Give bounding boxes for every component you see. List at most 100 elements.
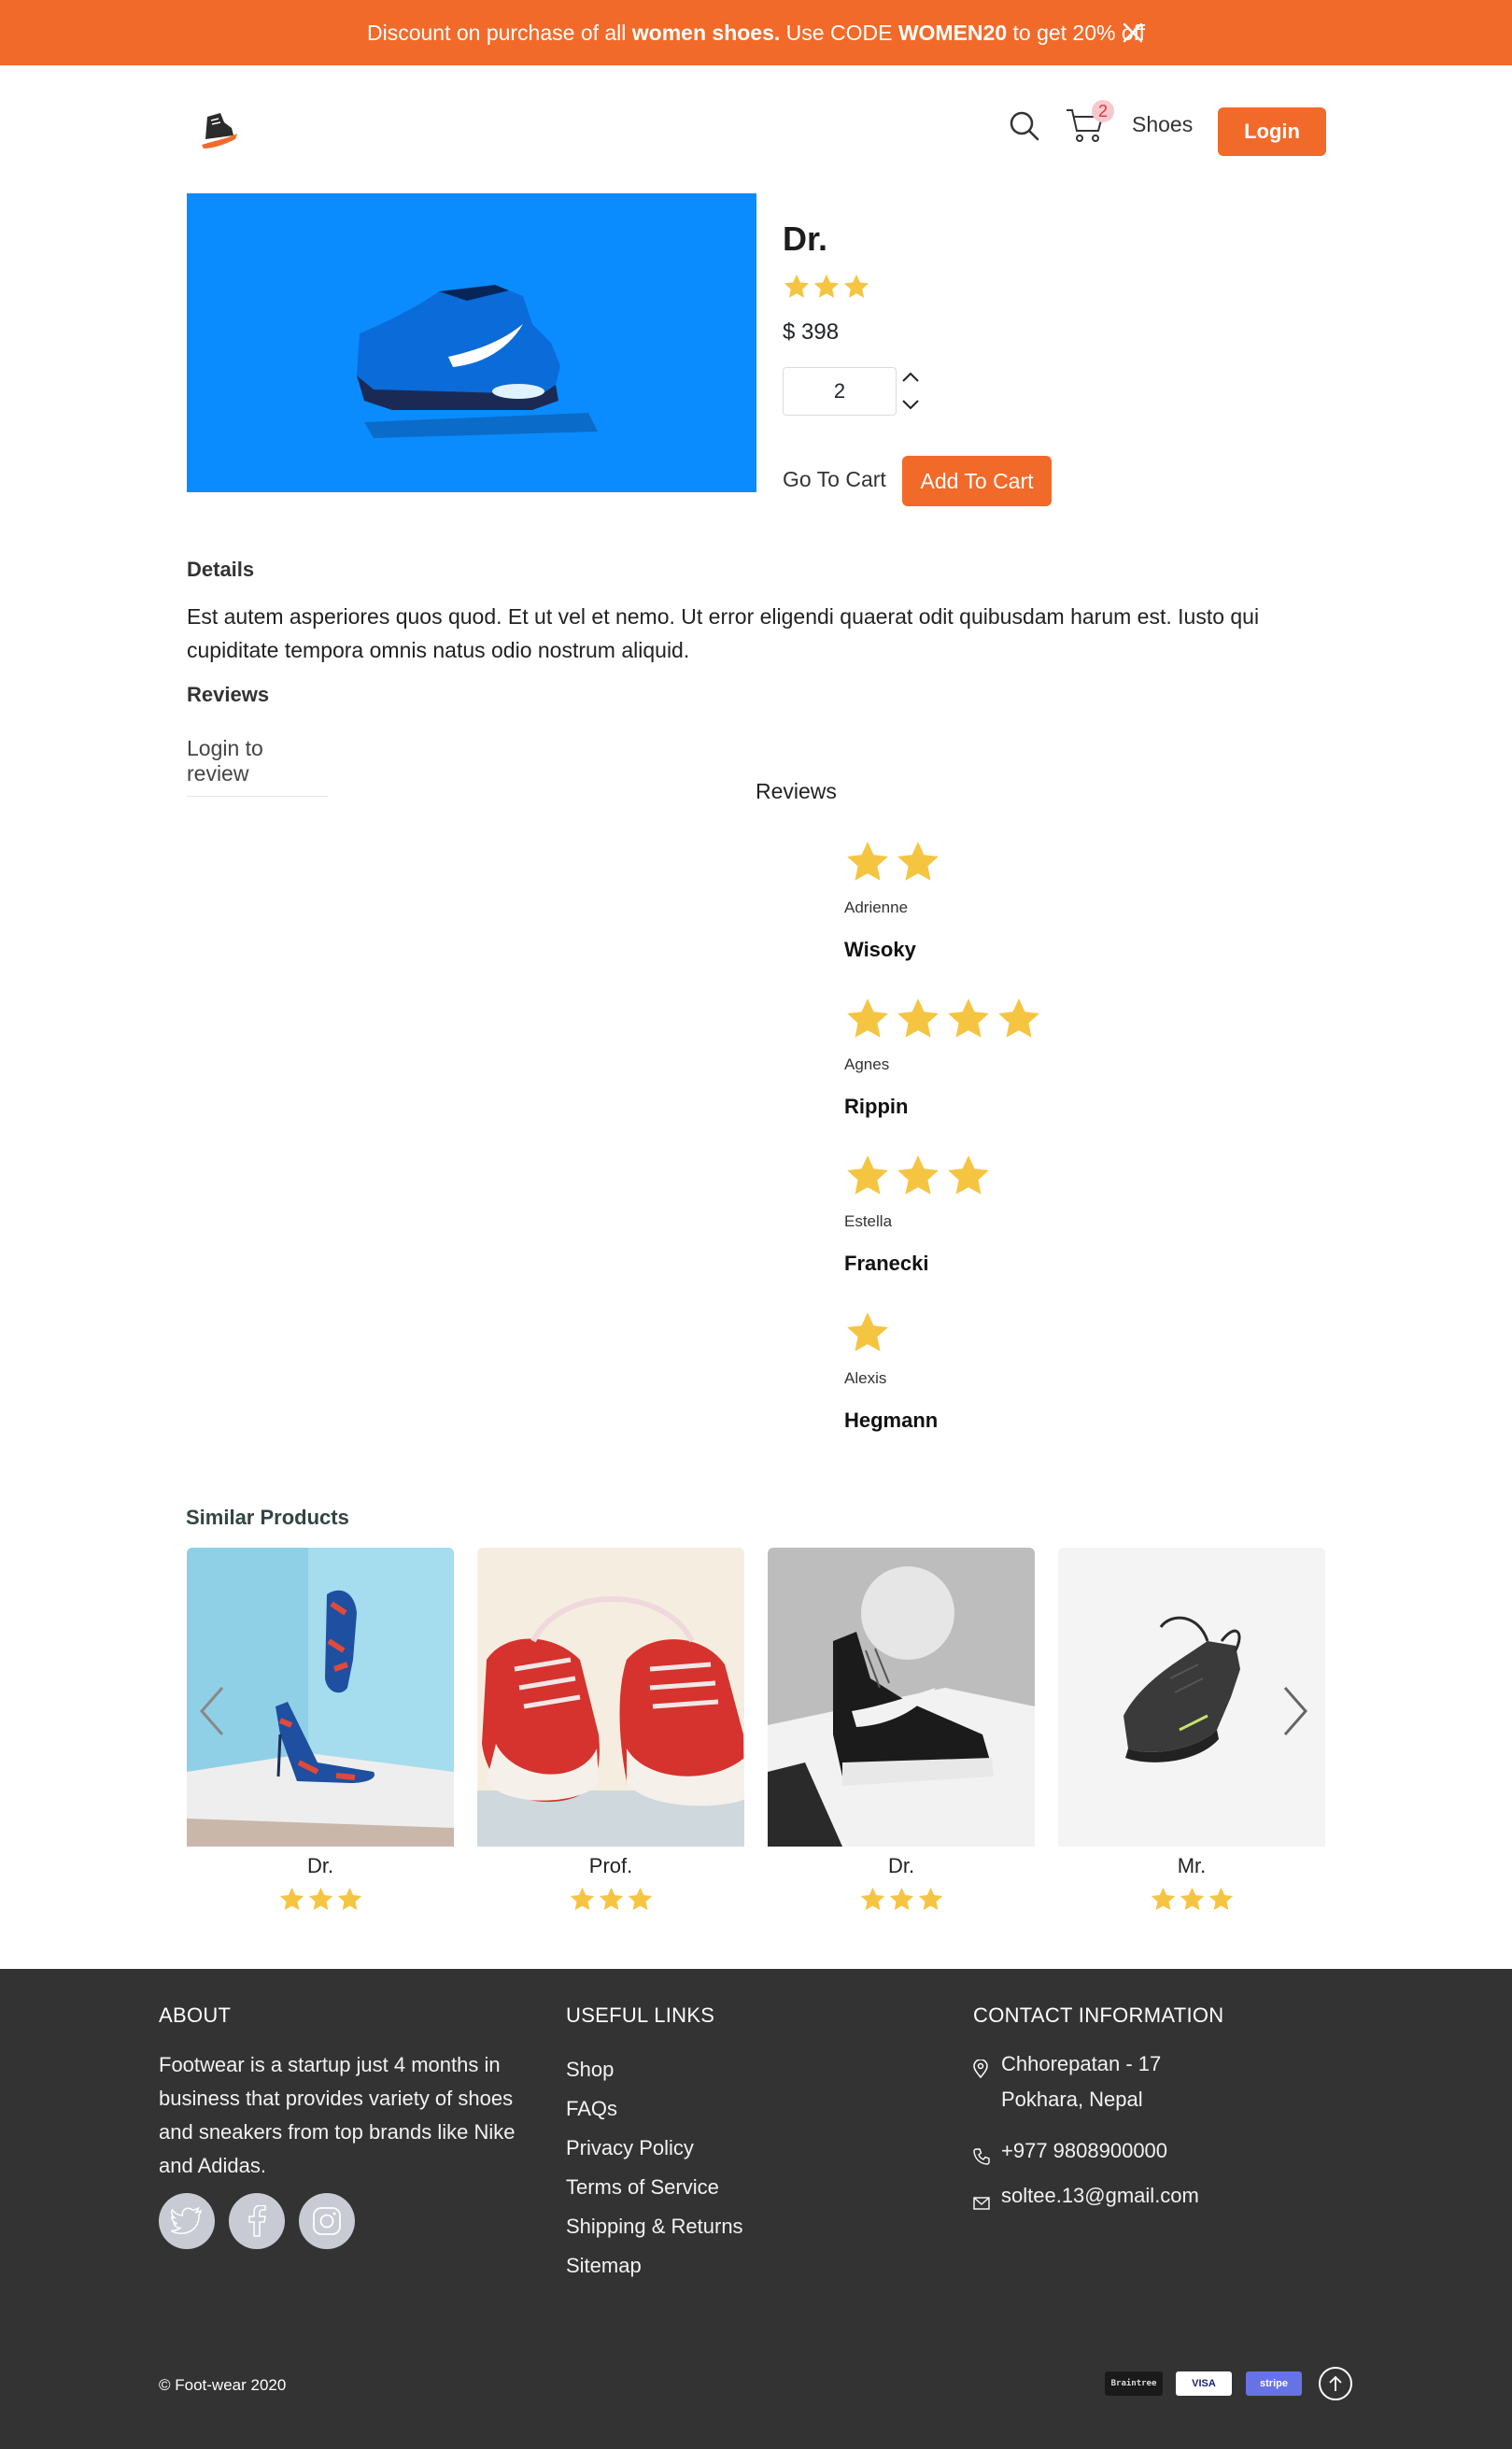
- reviewer-last-name: Rippin: [844, 1095, 909, 1118]
- quantity-input[interactable]: 2: [783, 367, 897, 416]
- star-icon: [1151, 1887, 1175, 1910]
- instagram-icon[interactable]: [299, 2193, 355, 2249]
- product-card-rating: [187, 1886, 454, 1913]
- star-icon: [948, 1155, 989, 1195]
- footer-link-shipping[interactable]: Shipping & Returns: [566, 2215, 743, 2254]
- announcement-bar: Discount on purchase of all women shoes.…: [0, 0, 1512, 65]
- facebook-icon[interactable]: [229, 2193, 285, 2249]
- product-card-rating: [1058, 1886, 1325, 1913]
- useful-links-heading: USEFUL LINKS: [566, 2003, 715, 2027]
- star-icon: [813, 274, 840, 298]
- footer: ABOUT Footwear is a startup just 4 month…: [0, 1969, 1512, 2449]
- similar-products-heading: Similar Products: [186, 1506, 349, 1529]
- reviewer-last-name: Franecki: [844, 1252, 929, 1275]
- add-to-cart-button[interactable]: Add To Cart: [902, 456, 1052, 506]
- product-card-image[interactable]: [187, 1548, 454, 1847]
- details-text: Est autem asperiores quos quod. Et ut ve…: [187, 604, 1260, 662]
- product-card-rating: [768, 1886, 1035, 1913]
- footer-link-terms[interactable]: Terms of Service: [566, 2175, 743, 2215]
- address-line-1: Chhorepatan - 17: [1001, 2052, 1162, 2075]
- visa-badge: VISA: [1176, 2371, 1232, 2396]
- product-card[interactable]: Dr.: [187, 1548, 454, 1913]
- chevron-up-icon[interactable]: [899, 368, 922, 387]
- star-icon: [1208, 1887, 1233, 1910]
- footer-link-privacy[interactable]: Privacy Policy: [566, 2136, 743, 2175]
- product-card-image[interactable]: [477, 1548, 744, 1847]
- shoe-logo-icon[interactable]: [194, 107, 241, 154]
- reviewer-first-name: Estella: [844, 1212, 893, 1230]
- star-icon: [279, 1887, 304, 1910]
- star-icon: [847, 998, 888, 1038]
- product-title: Dr.: [783, 219, 828, 258]
- star-icon: [784, 274, 810, 298]
- go-to-cart-link[interactable]: Go To Cart: [783, 467, 886, 492]
- cart-count-badge: 2: [1092, 100, 1114, 122]
- review-item: Agnes Rippin: [844, 996, 1042, 1119]
- email-address[interactable]: soltee.13@gmail.com: [1001, 2178, 1199, 2214]
- star-icon: [847, 842, 888, 881]
- star-icon: [847, 1312, 888, 1352]
- chevron-left-icon[interactable]: [198, 1684, 226, 1738]
- footer-link-shop[interactable]: Shop: [566, 2058, 743, 2097]
- review-rating: [844, 996, 1042, 1046]
- address-line-2: Pokhara, Nepal: [1001, 2088, 1143, 2111]
- reviewer-first-name: Agnes: [844, 1055, 890, 1073]
- review-rating: [844, 1153, 992, 1203]
- copyright-text: © Foot-wear 2020: [159, 2376, 287, 2394]
- back-to-top-button[interactable]: [1319, 2367, 1352, 2400]
- login-to-review-link[interactable]: Login to review: [187, 736, 328, 797]
- star-icon: [847, 1155, 888, 1195]
- review-rating: [844, 839, 941, 889]
- star-icon: [998, 998, 1039, 1038]
- star-icon: [889, 1887, 913, 1910]
- contact-address: Chhorepatan - 17 Pokhara, Nepal: [973, 2046, 1161, 2117]
- product-card[interactable]: Prof.: [477, 1548, 744, 1913]
- product-card-name[interactable]: Mr.: [1058, 1854, 1325, 1878]
- reviewer-last-name: Wisoky: [844, 938, 916, 961]
- announcement-text: Discount on purchase of all women shoes.…: [366, 20, 1146, 45]
- review-item: Estella Franecki: [844, 1153, 992, 1276]
- product-price: $ 398: [783, 319, 840, 345]
- chevron-right-icon[interactable]: [1281, 1684, 1309, 1738]
- star-icon: [948, 998, 989, 1038]
- contact-email: soltee.13@gmail.com: [973, 2178, 1199, 2221]
- mail-icon: [973, 2197, 990, 2210]
- twitter-icon[interactable]: [159, 2193, 215, 2249]
- close-icon[interactable]: [1121, 21, 1145, 45]
- stripe-badge: stripe: [1246, 2371, 1302, 2396]
- map-pin-icon: [973, 2059, 988, 2079]
- about-heading: ABOUT: [159, 2003, 232, 2027]
- review-item: Alexis Hegmann: [844, 1309, 938, 1433]
- review-item: Adrienne Wisoky: [844, 839, 941, 962]
- phone-icon: [973, 2148, 990, 2165]
- product-card-name[interactable]: Dr.: [768, 1854, 1035, 1878]
- review-rating: [844, 1309, 938, 1360]
- product-card-rating: [477, 1886, 744, 1913]
- chevron-down-icon[interactable]: [899, 395, 922, 414]
- phone-number[interactable]: +977 9808900000: [1001, 2133, 1167, 2169]
- login-button[interactable]: Login: [1218, 107, 1326, 156]
- nav-shoes-link[interactable]: Shoes: [1132, 112, 1193, 137]
- star-icon: [570, 1887, 594, 1910]
- navbar: 2 Shoes Login: [0, 65, 1512, 194]
- reviewer-first-name: Adrienne: [844, 899, 909, 916]
- details-heading: Details: [187, 558, 255, 581]
- footer-link-faqs[interactable]: FAQs: [566, 2097, 743, 2136]
- product-card-image[interactable]: [768, 1548, 1035, 1847]
- product-card-name[interactable]: Prof.: [477, 1854, 744, 1878]
- star-icon: [918, 1887, 942, 1910]
- useful-links-list: Shop FAQs Privacy Policy Terms of Servic…: [566, 2058, 743, 2293]
- star-icon: [1180, 1887, 1204, 1910]
- product-rating: [783, 273, 870, 301]
- footer-link-sitemap[interactable]: Sitemap: [566, 2254, 743, 2293]
- contact-heading: CONTACT INFORMATION: [973, 2003, 1224, 2027]
- star-icon: [337, 1887, 361, 1910]
- product-card[interactable]: Dr.: [768, 1548, 1035, 1913]
- arrow-up-icon: [1329, 2375, 1342, 2391]
- reviews-heading: Reviews: [187, 683, 270, 706]
- braintree-badge: Braintree: [1105, 2371, 1163, 2396]
- search-icon[interactable]: [1009, 110, 1040, 142]
- contact-phone: +977 9808900000: [973, 2133, 1167, 2176]
- product-card-name[interactable]: Dr.: [187, 1854, 454, 1878]
- star-icon: [897, 842, 939, 881]
